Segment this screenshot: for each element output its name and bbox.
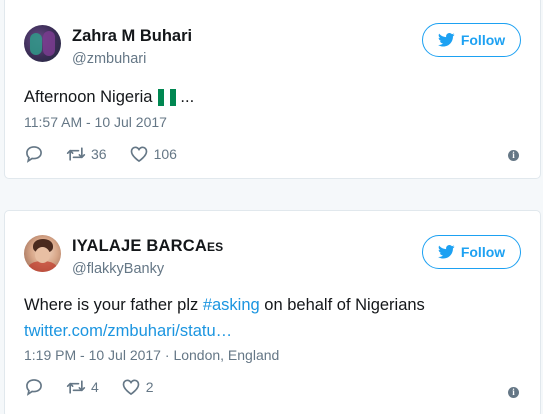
follow-label: Follow (460, 32, 506, 48)
meta-separator: · (160, 347, 174, 363)
user-name[interactable]: Zahra M Buhari (72, 27, 192, 46)
like-button[interactable]: 106 (129, 144, 177, 164)
tweet-actions: 36 106 (24, 144, 199, 164)
reply-icon (26, 146, 42, 163)
tweet-actions: 4 2 (24, 377, 176, 397)
info-icon[interactable]: i (508, 387, 519, 398)
avatar[interactable] (24, 235, 61, 272)
info-icon[interactable]: i (508, 150, 519, 161)
tweet-text: Where is your father plz #asking on beha… (24, 292, 425, 344)
user-handle[interactable]: @flakkyBanky (72, 261, 164, 277)
user-name[interactable]: IYALAJE BARCAES (72, 237, 223, 256)
tweet-card: Zahra M Buhari @zmbuhari Follow Afternoo… (4, 0, 541, 179)
tweet-link[interactable]: twitter.com/zmbuhari/statu… (24, 322, 232, 340)
tweet-card: IYALAJE BARCAES @flakkyBanky Follow Wher… (4, 210, 541, 414)
hashtag-link[interactable]: #asking (203, 296, 260, 314)
user-name-suffix: ES (206, 240, 224, 254)
tweet-meta: 1:19 PM - 10 Jul 2017 · London, England (24, 347, 279, 363)
follow-label: Follow (460, 244, 506, 260)
retweet-count: 4 (91, 379, 99, 395)
reply-button[interactable] (24, 144, 44, 164)
nigeria-flag-icon (158, 88, 177, 106)
retweet-icon (66, 380, 86, 394)
tweet-text-before: Where is your father plz (24, 296, 203, 314)
like-icon (122, 379, 140, 396)
reply-button[interactable] (24, 377, 44, 397)
user-name-main: IYALAJE BARCA (72, 237, 207, 255)
retweet-button[interactable]: 4 (66, 377, 99, 397)
tweet-timestamp[interactable]: 11:57 AM - 10 Jul 2017 (24, 114, 167, 130)
tweet-timestamp[interactable]: 1:19 PM - 10 Jul 2017 (24, 347, 161, 363)
reply-icon (26, 379, 42, 396)
like-count: 2 (145, 379, 154, 395)
tweet-text-body: Afternoon Nigeria (24, 88, 153, 106)
follow-button[interactable]: Follow (422, 23, 521, 57)
tweet-text: Afternoon Nigeria ... (24, 84, 194, 110)
twitter-bird-icon (437, 33, 455, 47)
retweet-count: 36 (91, 146, 107, 162)
like-count: 106 (153, 146, 177, 162)
tweet-text-suffix: ... (180, 88, 195, 106)
avatar[interactable] (24, 25, 61, 62)
like-button[interactable]: 2 (121, 377, 154, 397)
retweet-button[interactable]: 36 (66, 144, 107, 164)
tweet-text-after: on behalf of Nigerians (259, 296, 425, 314)
tweet-location[interactable]: London, England (173, 347, 279, 363)
twitter-bird-icon (437, 245, 455, 259)
user-handle[interactable]: @zmbuhari (72, 51, 146, 67)
follow-button[interactable]: Follow (422, 235, 521, 269)
retweet-icon (66, 147, 86, 161)
like-icon (130, 146, 147, 163)
